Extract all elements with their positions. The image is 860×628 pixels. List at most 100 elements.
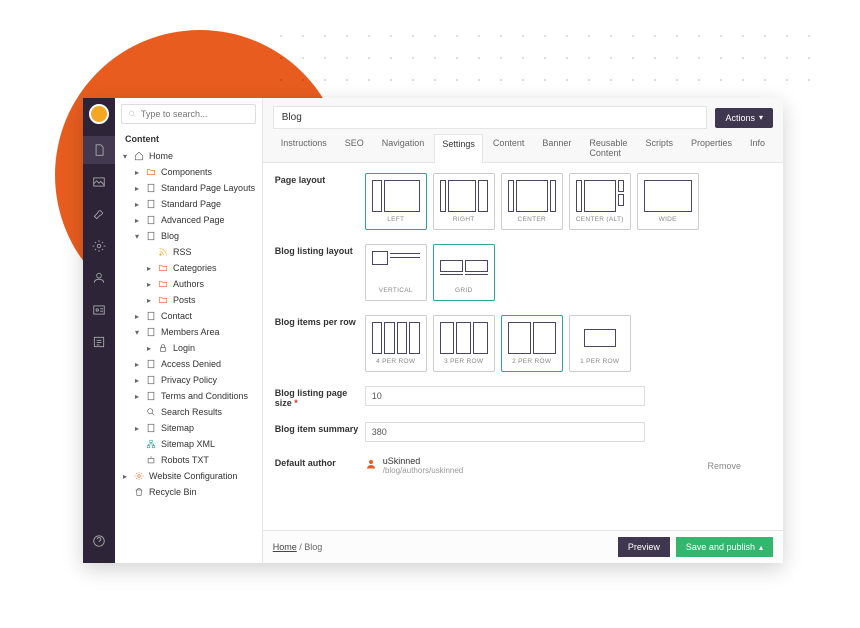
row-4[interactable]: 4 PER ROW — [365, 315, 427, 372]
layout-center[interactable]: CENTER — [501, 173, 563, 230]
list-icon — [92, 335, 106, 349]
sitemap-icon — [146, 439, 156, 449]
wrench-icon — [92, 207, 106, 221]
tab-instructions[interactable]: Instructions — [273, 133, 335, 162]
tree-contact[interactable]: ▸Contact — [121, 308, 256, 324]
gear-icon — [92, 239, 106, 253]
settings-content: Page layout LEFT RIGHT CENTER — [263, 163, 783, 530]
rail-forms[interactable] — [83, 328, 115, 356]
summary-input[interactable] — [365, 422, 645, 442]
tab-content[interactable]: Content — [485, 133, 533, 162]
rail-gear[interactable] — [83, 232, 115, 260]
trash-icon — [134, 487, 144, 497]
search-icon — [128, 109, 137, 119]
content-sidebar: Content ▾Home ▸Components ▸Standard Page… — [115, 98, 263, 563]
file-icon — [92, 143, 106, 157]
tree-categories[interactable]: ▸Categories — [121, 260, 256, 276]
help-icon — [92, 534, 106, 548]
breadcrumb-home[interactable]: Home — [273, 542, 297, 552]
listing-vertical[interactable]: VERTICAL — [365, 244, 427, 301]
row-1[interactable]: 1 PER ROW — [569, 315, 631, 372]
gear-icon — [134, 471, 144, 481]
avatar[interactable] — [89, 104, 109, 124]
preview-button[interactable]: Preview — [618, 537, 670, 557]
rss-icon — [158, 247, 168, 257]
page-size-input[interactable] — [365, 386, 645, 406]
tree-login[interactable]: ▸Login — [121, 340, 256, 356]
tree-authors[interactable]: ▸Authors — [121, 276, 256, 292]
page-icon — [146, 183, 156, 193]
page-icon — [146, 327, 156, 337]
app-window: Content ▾Home ▸Components ▸Standard Page… — [83, 98, 783, 563]
layout-wide[interactable]: WIDE — [637, 173, 699, 230]
tree-blog[interactable]: ▾Blog — [121, 228, 256, 244]
rail-media[interactable] — [83, 168, 115, 196]
tree-robots[interactable]: Robots TXT — [121, 452, 256, 468]
label-items-per-row: Blog items per row — [275, 315, 365, 372]
tree-rss[interactable]: RSS — [121, 244, 256, 260]
tab-reusable[interactable]: Reusable Content — [581, 133, 635, 162]
listing-grid[interactable]: GRID — [433, 244, 495, 301]
rail-settings-tool[interactable] — [83, 200, 115, 228]
label-page-layout: Page layout — [275, 173, 365, 230]
rail-content[interactable] — [83, 136, 115, 164]
folder-icon — [146, 167, 156, 177]
section-label: Content — [115, 130, 262, 148]
layout-right[interactable]: RIGHT — [433, 173, 495, 230]
rail-help[interactable] — [83, 527, 115, 555]
label-page-size: Blog listing page size * — [275, 386, 365, 408]
tab-settings[interactable]: Settings — [434, 134, 483, 163]
row-3[interactable]: 3 PER ROW — [433, 315, 495, 372]
tree-components[interactable]: ▸Components — [121, 164, 256, 180]
nav-rail — [83, 98, 115, 563]
tree-privacy[interactable]: ▸Privacy Policy — [121, 372, 256, 388]
tree-sitemap-xml[interactable]: Sitemap XML — [121, 436, 256, 452]
breadcrumb: Home / Blog — [273, 542, 323, 552]
layout-center-alt[interactable]: CENTER (ALT) — [569, 173, 631, 230]
tree-search-results[interactable]: Search Results — [121, 404, 256, 420]
tab-info[interactable]: Info — [742, 133, 773, 162]
remove-author[interactable]: Remove — [707, 461, 741, 471]
page-icon — [146, 359, 156, 369]
tree-advanced-page[interactable]: ▸Advanced Page — [121, 212, 256, 228]
row-2[interactable]: 2 PER ROW — [501, 315, 563, 372]
label-default-author: Default author — [275, 456, 365, 475]
tree-terms[interactable]: ▸Terms and Conditions — [121, 388, 256, 404]
listing-layout-options: VERTICAL GRID — [365, 244, 771, 301]
tab-banner[interactable]: Banner — [534, 133, 579, 162]
page-title-input[interactable] — [273, 106, 708, 129]
tree-standard-layouts[interactable]: ▸Standard Page Layouts — [121, 180, 256, 196]
lock-icon — [158, 343, 168, 353]
breadcrumb-current: Blog — [304, 542, 322, 552]
search-input[interactable] — [121, 104, 256, 124]
search-field[interactable] — [141, 109, 249, 119]
tree-recycle[interactable]: Recycle Bin — [121, 484, 256, 500]
page-icon — [146, 375, 156, 385]
actions-button[interactable]: Actions — [715, 108, 773, 128]
page-icon — [146, 199, 156, 209]
default-author-row: uSkinned /blog/authors/uskinned Remove — [365, 456, 771, 475]
tree-access-denied[interactable]: ▸Access Denied — [121, 356, 256, 372]
folder-icon — [158, 263, 168, 273]
tree-website-config[interactable]: ▸Website Configuration — [121, 468, 256, 484]
tree-home[interactable]: ▾Home — [121, 148, 256, 164]
tree-members[interactable]: ▾Members Area — [121, 324, 256, 340]
tree-standard-page[interactable]: ▸Standard Page — [121, 196, 256, 212]
layout-left[interactable]: LEFT — [365, 173, 427, 230]
tab-scripts[interactable]: Scripts — [637, 133, 681, 162]
save-publish-button[interactable]: Save and publish — [676, 537, 773, 557]
robot-icon — [146, 455, 156, 465]
author-path: /blog/authors/uskinned — [383, 466, 464, 475]
tab-seo[interactable]: SEO — [337, 133, 372, 162]
folder-icon — [158, 279, 168, 289]
author-icon — [365, 457, 377, 475]
home-icon — [134, 151, 144, 161]
tree-posts[interactable]: ▸Posts — [121, 292, 256, 308]
footer-bar: Home / Blog Preview Save and publish — [263, 530, 783, 563]
tab-properties[interactable]: Properties — [683, 133, 740, 162]
rail-user[interactable] — [83, 264, 115, 292]
rail-members[interactable] — [83, 296, 115, 324]
tab-navigation[interactable]: Navigation — [374, 133, 433, 162]
tabs: Instructions SEO Navigation Settings Con… — [263, 129, 783, 163]
tree-sitemap[interactable]: ▸Sitemap — [121, 420, 256, 436]
